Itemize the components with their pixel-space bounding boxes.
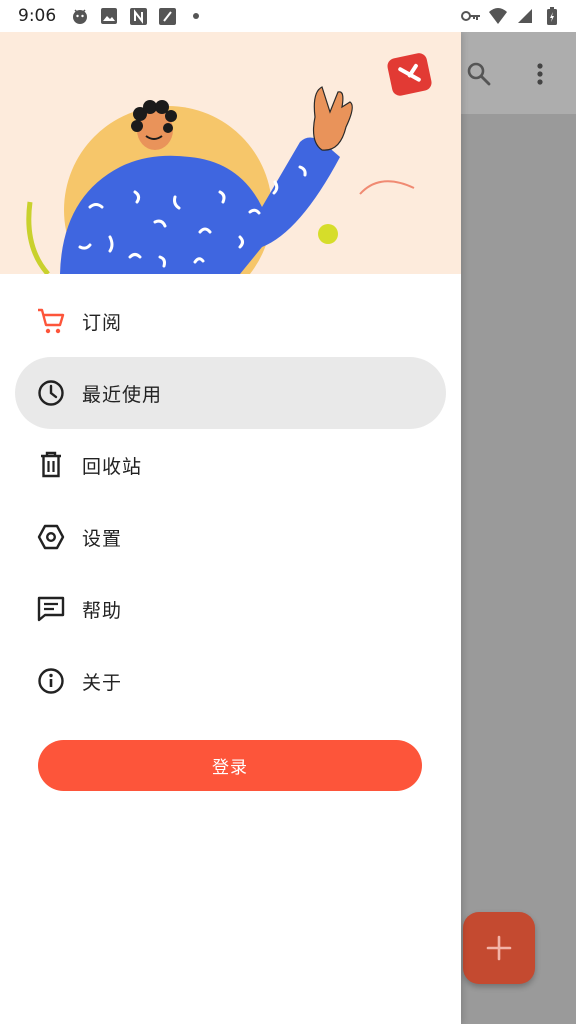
edit-note-icon (157, 6, 177, 26)
battery-charging-icon (542, 6, 562, 26)
system-icons (461, 6, 562, 26)
menu-item-settings[interactable]: 设置 (0, 501, 461, 573)
menu-item-label: 订阅 (82, 311, 123, 334)
menu-item-label: 回收站 (82, 455, 143, 478)
search-icon (467, 62, 491, 86)
person-waving-illustration (26, 53, 432, 274)
hexagon-settings-icon (36, 522, 66, 552)
add-fab-button[interactable] (463, 912, 535, 984)
signal-icon (515, 6, 535, 26)
vpn-key-icon (461, 6, 481, 26)
more-vert-icon (537, 63, 543, 85)
menu-item-subscribe[interactable]: 订阅 (0, 285, 461, 357)
menu-item-recent[interactable]: 最近使用 (15, 357, 446, 429)
status-bar: 9:06 (0, 0, 576, 32)
cart-icon (36, 306, 66, 336)
menu-item-label: 最近使用 (82, 383, 163, 406)
menu-item-trash[interactable]: 回收站 (0, 429, 461, 501)
status-time: 9:06 (18, 6, 57, 26)
wifi-icon (488, 6, 508, 26)
menu-item-label: 帮助 (82, 599, 123, 622)
android-face-icon (70, 6, 90, 26)
message-icon (36, 594, 66, 624)
info-icon (36, 666, 66, 696)
drawer-menu: 订阅 最近使用 回收站 设置 帮助 关于 (0, 274, 461, 717)
menu-item-label: 关于 (82, 671, 123, 694)
menu-item-label: 设置 (82, 527, 123, 550)
navigation-drawer: 订阅 最近使用 回收站 设置 帮助 关于 登录 (0, 32, 461, 1024)
notion-icon (128, 6, 148, 26)
more-options-button[interactable] (522, 56, 558, 92)
login-button[interactable]: 登录 (38, 740, 422, 791)
plus-icon (486, 935, 512, 961)
menu-item-help[interactable]: 帮助 (0, 573, 461, 645)
clock-icon (36, 378, 66, 408)
app-toolbar (461, 32, 576, 114)
trash-icon (36, 450, 66, 480)
menu-item-about[interactable]: 关于 (0, 645, 461, 717)
notification-icons (70, 6, 206, 26)
drawer-header (0, 32, 461, 274)
search-button[interactable] (461, 56, 497, 92)
dot-icon (186, 6, 206, 26)
image-icon (99, 6, 119, 26)
